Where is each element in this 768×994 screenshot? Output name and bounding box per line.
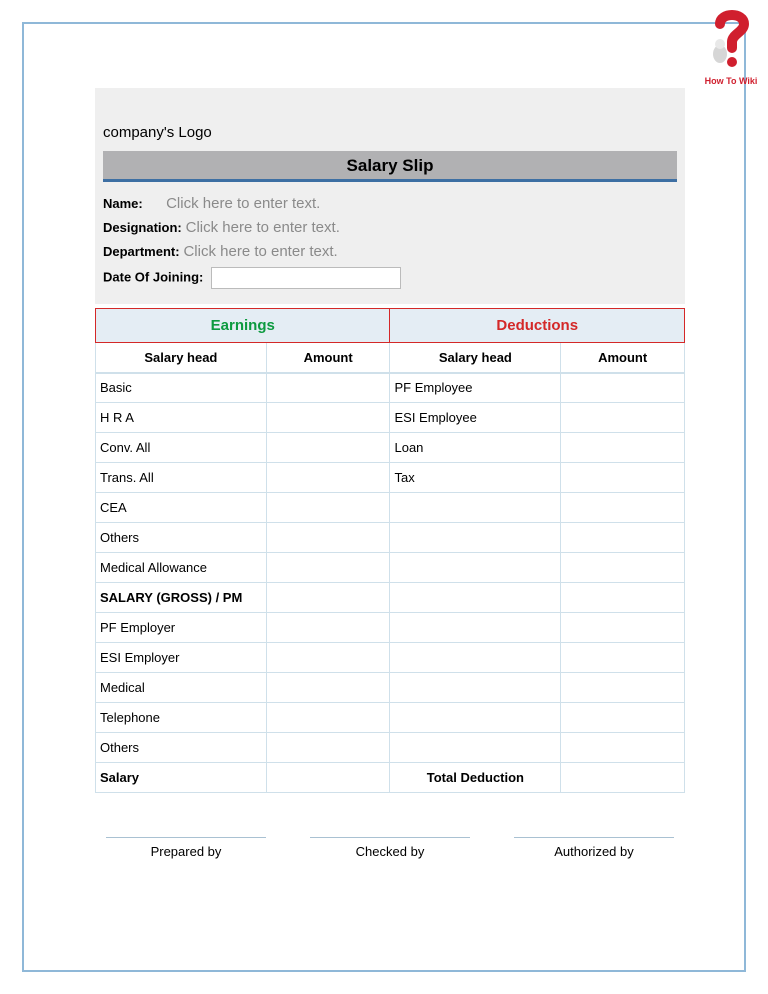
table-cell[interactable]: Others <box>96 733 267 763</box>
table-cell[interactable]: H R A <box>96 403 267 433</box>
table-cell[interactable] <box>561 553 685 583</box>
table-cell[interactable] <box>390 643 561 673</box>
table-cell[interactable] <box>266 463 390 493</box>
table-cell[interactable] <box>561 433 685 463</box>
earn-head-label: Salary head <box>96 343 267 373</box>
table-cell[interactable]: ESI Employee <box>390 403 561 433</box>
table-cell[interactable] <box>266 373 390 403</box>
table-cell[interactable] <box>561 403 685 433</box>
authorized-by: Authorized by <box>511 837 677 859</box>
table-cell[interactable] <box>561 493 685 523</box>
table-cell[interactable]: SALARY (GROSS) / PM <box>96 583 267 613</box>
header-block: company's Logo Salary Slip Name: Click h… <box>95 88 685 304</box>
name-input[interactable]: Click here to enter text. <box>166 195 320 212</box>
table-cell[interactable] <box>561 373 685 403</box>
earn-amount-label: Amount <box>266 343 390 373</box>
ded-head-label: Salary head <box>390 343 561 373</box>
department-label: Department: <box>103 244 180 259</box>
table-cell[interactable] <box>390 523 561 553</box>
table-cell[interactable]: ESI Employer <box>96 643 267 673</box>
table-cell[interactable]: Loan <box>390 433 561 463</box>
table-cell[interactable]: Trans. All <box>96 463 267 493</box>
table-cell[interactable] <box>266 493 390 523</box>
doj-label: Date Of Joining: <box>103 270 203 285</box>
name-label: Name: <box>103 196 143 211</box>
table-cell[interactable] <box>561 523 685 553</box>
checked-by: Checked by <box>307 837 473 859</box>
checked-by-label: Checked by <box>356 844 425 859</box>
table-cell[interactable]: Salary <box>96 763 267 793</box>
company-logo-text: company's Logo <box>103 124 677 141</box>
title-bar: Salary Slip <box>103 151 677 182</box>
table-cell[interactable] <box>266 703 390 733</box>
table-cell[interactable] <box>561 643 685 673</box>
table-cell[interactable]: PF Employer <box>96 613 267 643</box>
how-to-wiki-logo: How To Wiki <box>702 8 760 90</box>
table-cell[interactable]: Tax <box>390 463 561 493</box>
table-cell[interactable] <box>561 613 685 643</box>
table-cell[interactable] <box>561 673 685 703</box>
prepared-by: Prepared by <box>103 837 269 859</box>
table-cell[interactable]: Basic <box>96 373 267 403</box>
table-cell[interactable]: Conv. All <box>96 433 267 463</box>
department-input[interactable]: Click here to enter text. <box>183 243 337 260</box>
table-cell[interactable]: CEA <box>96 493 267 523</box>
table-cell[interactable] <box>390 553 561 583</box>
table-cell[interactable] <box>390 493 561 523</box>
table-cell[interactable] <box>561 763 685 793</box>
signatures-row: Prepared by Checked by Authorized by <box>95 837 685 859</box>
table-cell[interactable] <box>266 613 390 643</box>
deductions-header: Deductions <box>390 309 685 343</box>
table-cell[interactable] <box>561 733 685 763</box>
table-cell[interactable]: Medical Allowance <box>96 553 267 583</box>
table-cell[interactable] <box>561 583 685 613</box>
earnings-header: Earnings <box>96 309 390 343</box>
table-cell[interactable] <box>390 703 561 733</box>
table-cell[interactable]: Total Deduction <box>390 763 561 793</box>
logo-caption: How To Wiki <box>702 76 760 86</box>
table-cell[interactable] <box>390 673 561 703</box>
table-cell[interactable] <box>266 553 390 583</box>
table-cell[interactable] <box>266 673 390 703</box>
doj-input[interactable] <box>211 267 401 289</box>
table-cell[interactable] <box>266 433 390 463</box>
table-cell[interactable] <box>390 613 561 643</box>
ded-amount-label: Amount <box>561 343 685 373</box>
table-cell[interactable] <box>390 733 561 763</box>
table-cell[interactable]: Others <box>96 523 267 553</box>
table-cell[interactable] <box>266 763 390 793</box>
table-cell[interactable]: PF Employee <box>390 373 561 403</box>
table-cell[interactable] <box>561 463 685 493</box>
table-cell[interactable]: Medical <box>96 673 267 703</box>
table-cell[interactable] <box>266 403 390 433</box>
table-cell[interactable] <box>266 583 390 613</box>
authorized-by-label: Authorized by <box>554 844 634 859</box>
prepared-by-label: Prepared by <box>151 844 222 859</box>
table-cell[interactable] <box>561 703 685 733</box>
table-cell[interactable] <box>390 583 561 613</box>
designation-label: Designation: <box>103 220 182 235</box>
table-cell[interactable] <box>266 733 390 763</box>
table-cell[interactable]: Telephone <box>96 703 267 733</box>
table-cell[interactable] <box>266 523 390 553</box>
salary-table: Earnings Deductions Salary head Amount S… <box>95 308 685 793</box>
table-cell[interactable] <box>266 643 390 673</box>
designation-input[interactable]: Click here to enter text. <box>186 219 340 236</box>
